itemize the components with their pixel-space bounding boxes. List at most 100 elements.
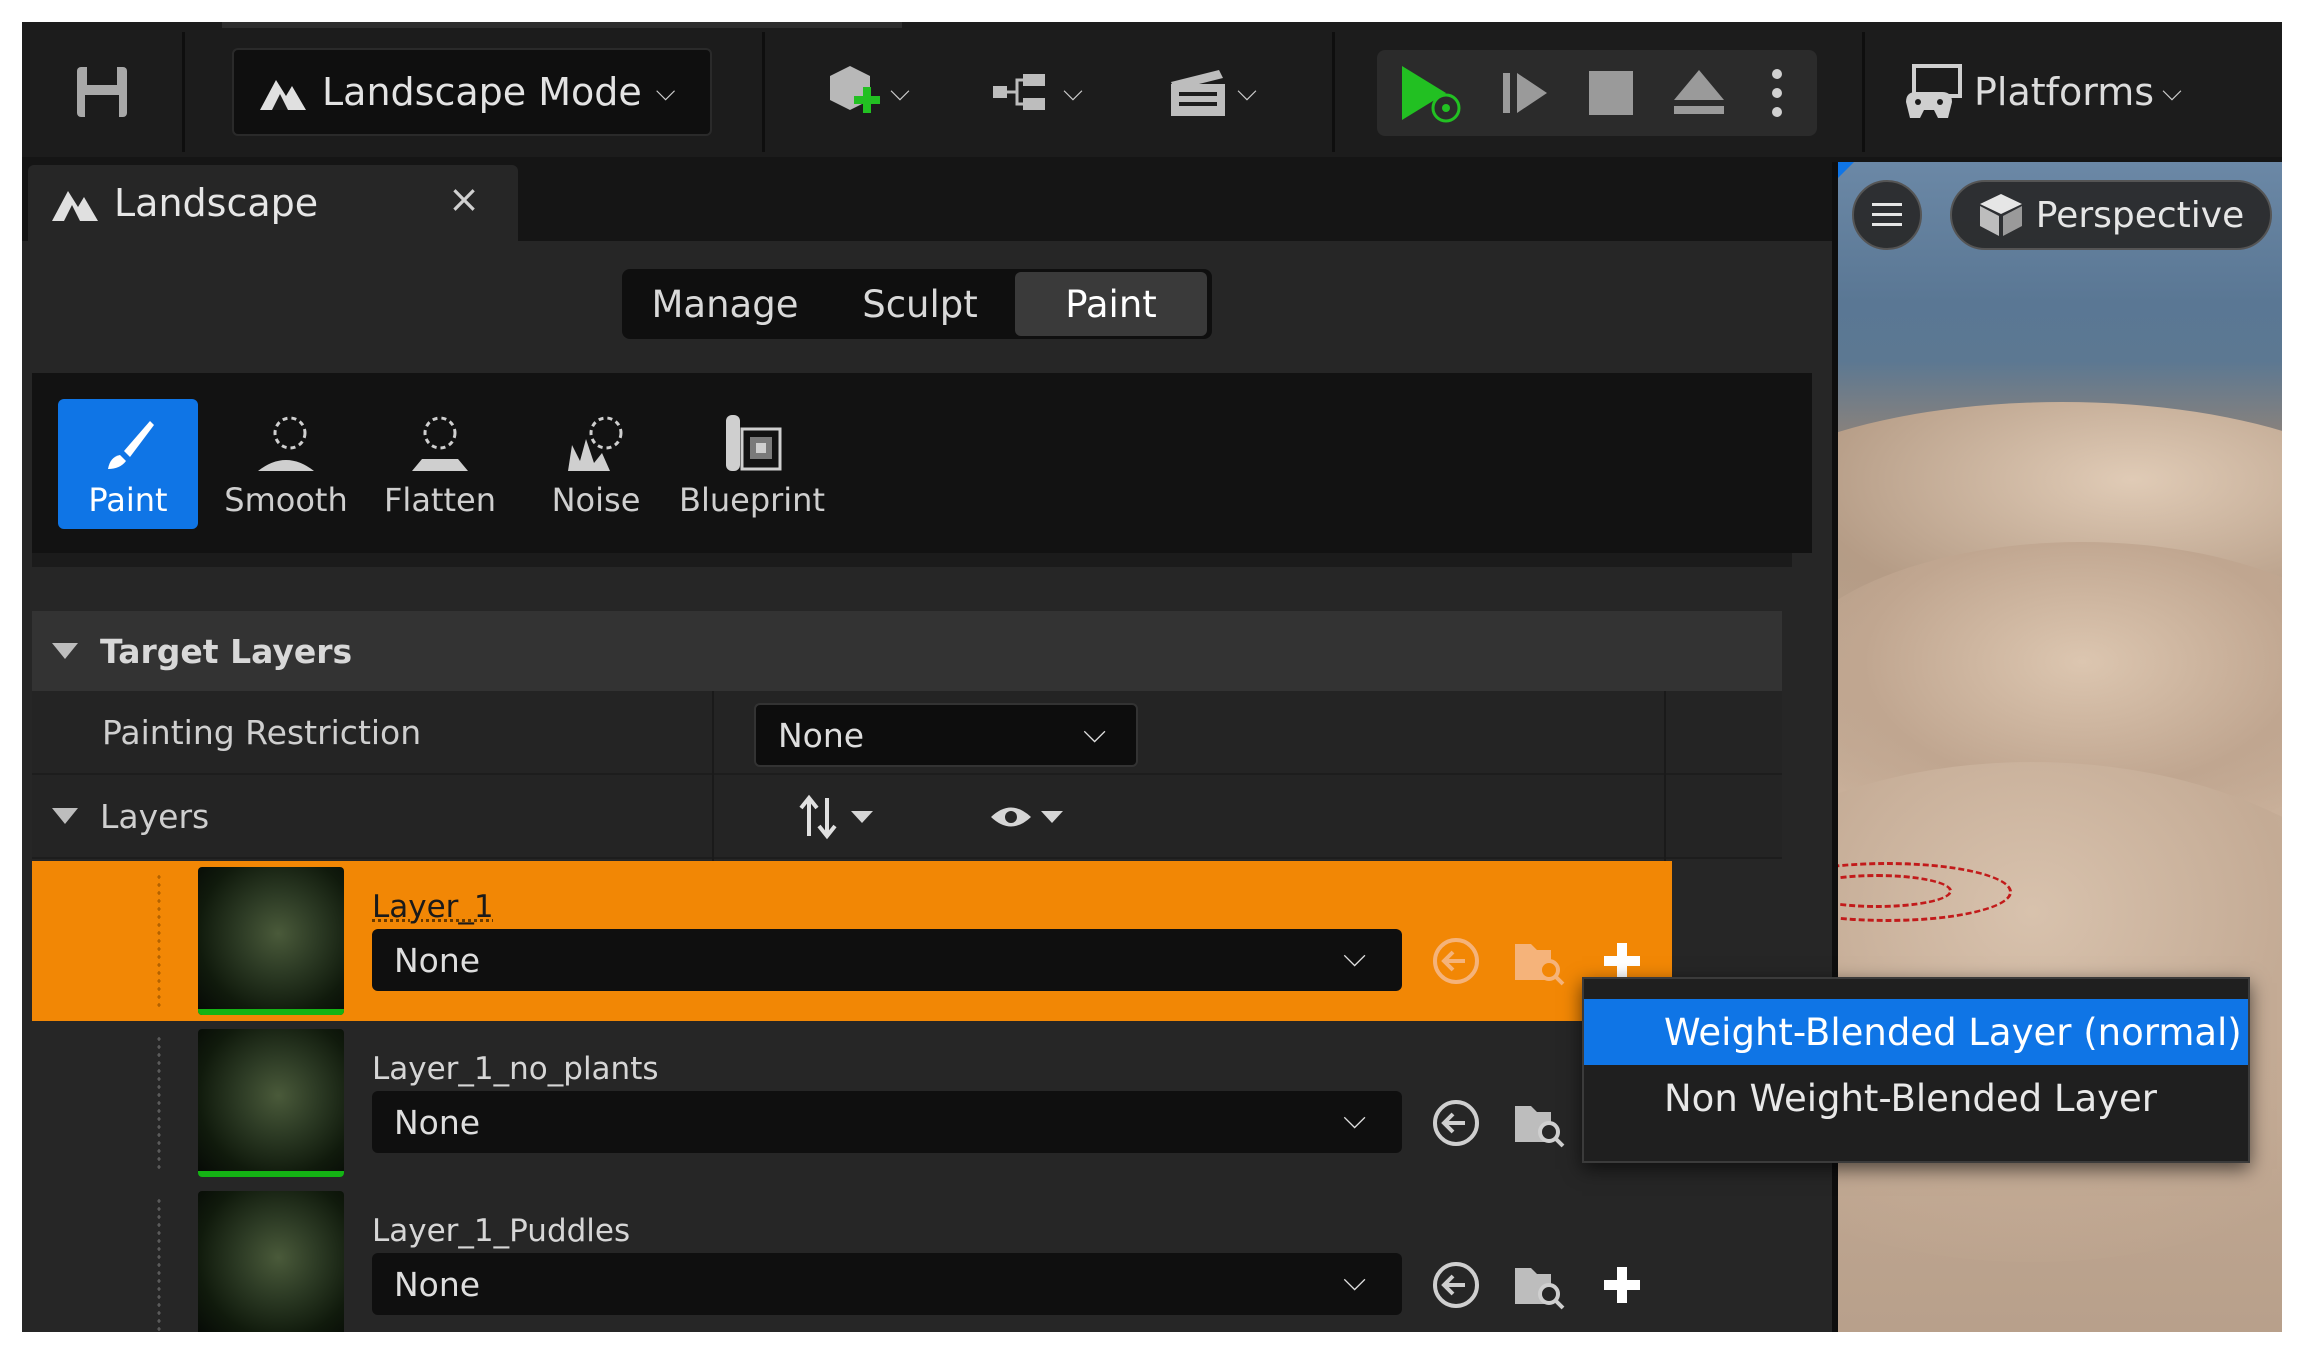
close-icon[interactable]: × bbox=[448, 177, 480, 221]
flatten-tool-button[interactable]: Flatten bbox=[370, 399, 510, 529]
toolbar-separator bbox=[182, 32, 185, 152]
editor-window: Landscape Mode ⌵ ⌵ ⌵ ⌵ Platforms ⌵ Lands… bbox=[22, 22, 2282, 1332]
drag-handle[interactable] bbox=[156, 1197, 162, 1332]
tool-label: Flatten bbox=[384, 481, 496, 519]
drag-handle[interactable] bbox=[156, 1035, 162, 1171]
collapse-triangle-icon[interactable] bbox=[52, 808, 78, 824]
chevron-down-icon: ⌵ bbox=[1237, 76, 1257, 107]
menu-item-weight-blended[interactable]: Weight-Blended Layer (normal) bbox=[1584, 999, 2248, 1065]
tab-landscape[interactable]: Landscape × bbox=[28, 165, 518, 241]
layer-row-layer-1-puddles[interactable]: Layer_1_Puddles None ⌵ bbox=[32, 1185, 1672, 1332]
viewport-options-button[interactable] bbox=[1852, 180, 1922, 250]
sort-icon bbox=[799, 794, 837, 840]
layer-row-layer-1-no-plants[interactable]: Layer_1_no_plants None ⌵ bbox=[32, 1023, 1672, 1183]
sort-button[interactable] bbox=[782, 787, 892, 847]
noise-icon bbox=[568, 416, 623, 471]
blueprint-button[interactable]: ⌵ bbox=[982, 50, 1092, 134]
caret-down-icon bbox=[851, 811, 873, 823]
tool-label: Blueprint bbox=[679, 481, 825, 519]
eye-icon bbox=[991, 807, 1031, 827]
cinematics-button[interactable]: ⌵ bbox=[1152, 50, 1272, 134]
step-button[interactable] bbox=[1487, 56, 1563, 130]
column-separator bbox=[712, 691, 714, 861]
tab-manage[interactable]: Manage bbox=[625, 272, 825, 336]
use-selected-asset-icon[interactable] bbox=[1428, 933, 1484, 989]
blueprint-brush-icon bbox=[726, 415, 782, 471]
layer-weight-bar bbox=[198, 1009, 344, 1015]
cinematics-icon bbox=[1171, 70, 1226, 116]
save-icon[interactable] bbox=[62, 52, 142, 132]
blueprint-tool-button[interactable]: Blueprint bbox=[679, 399, 825, 529]
add-content-icon bbox=[830, 66, 881, 113]
layer-info-dropdown[interactable]: None ⌵ bbox=[372, 929, 1402, 991]
landscape-icon bbox=[52, 191, 98, 221]
hamburger-menu-icon bbox=[1872, 203, 1902, 226]
platforms-icon bbox=[1906, 64, 1962, 118]
smooth-tool-button[interactable]: Smooth bbox=[216, 399, 356, 529]
column-separator bbox=[1664, 691, 1666, 861]
target-layers-section[interactable]: Target Layers bbox=[32, 611, 1782, 691]
stop-icon bbox=[1589, 71, 1633, 115]
browse-asset-icon[interactable] bbox=[1510, 1095, 1566, 1151]
tab-sculpt[interactable]: Sculpt bbox=[825, 272, 1015, 336]
collapse-triangle-icon[interactable] bbox=[52, 643, 78, 659]
main-toolbar: Landscape Mode ⌵ ⌵ ⌵ ⌵ Platforms ⌵ bbox=[22, 22, 2282, 157]
browse-asset-icon[interactable] bbox=[1510, 1257, 1566, 1313]
toolbar-separator bbox=[1862, 32, 1865, 152]
eject-button[interactable] bbox=[1659, 56, 1739, 130]
tab-title: Landscape bbox=[114, 181, 319, 225]
add-content-button[interactable]: ⌵ bbox=[812, 50, 922, 134]
more-options-icon[interactable] bbox=[1749, 56, 1805, 130]
platforms-button[interactable]: Platforms ⌵ bbox=[1902, 48, 2182, 136]
chevron-down-icon: ⌵ bbox=[2162, 76, 2182, 107]
layer-info-dropdown[interactable]: None ⌵ bbox=[372, 1091, 1402, 1153]
play-controls bbox=[1377, 50, 1817, 136]
step-icon bbox=[1503, 73, 1547, 113]
toolbar-separator bbox=[762, 32, 765, 152]
tab-paint[interactable]: Paint bbox=[1015, 272, 1207, 336]
chevron-down-icon: ⌵ bbox=[890, 76, 910, 107]
dropdown-value: None bbox=[394, 940, 481, 980]
mode-label: Landscape Mode bbox=[322, 70, 642, 114]
mode-tabs: Manage Sculpt Paint bbox=[622, 269, 1212, 339]
layers-label: Layers bbox=[100, 796, 210, 836]
blueprint-icon bbox=[993, 74, 1046, 110]
drag-handle[interactable] bbox=[156, 873, 162, 1009]
layer-name: Layer_1 bbox=[372, 889, 494, 925]
section-title: Target Layers bbox=[100, 631, 353, 671]
layer-thumbnail bbox=[198, 1029, 344, 1177]
layer-row-layer-1[interactable]: Layer_1 None ⌵ bbox=[32, 861, 1672, 1021]
visibility-button[interactable] bbox=[972, 787, 1082, 847]
layer-info-dropdown[interactable]: None ⌵ bbox=[372, 1253, 1402, 1315]
toolbar-separator bbox=[1332, 32, 1335, 152]
chevron-down-icon: ⌵ bbox=[1083, 715, 1106, 750]
add-layer-icon[interactable] bbox=[1594, 1257, 1650, 1313]
use-selected-asset-icon[interactable] bbox=[1428, 1095, 1484, 1151]
play-button[interactable] bbox=[1391, 56, 1471, 130]
paint-tool-button[interactable]: Paint bbox=[58, 399, 198, 529]
painting-restriction-label: Painting Restriction bbox=[102, 712, 422, 752]
tool-label: Smooth bbox=[224, 481, 348, 519]
mode-selector[interactable]: Landscape Mode ⌵ bbox=[232, 48, 712, 136]
caret-down-icon bbox=[1041, 811, 1063, 823]
layers-header-row: Layers bbox=[32, 775, 1782, 859]
layer-thumbnail bbox=[198, 1191, 344, 1332]
platforms-label: Platforms bbox=[1974, 70, 2155, 114]
landscape-mode-icon bbox=[260, 80, 306, 110]
use-selected-asset-icon[interactable] bbox=[1428, 1257, 1484, 1313]
perspective-button[interactable]: Perspective bbox=[1950, 180, 2272, 250]
menu-item-non-weight-blended[interactable]: Non Weight-Blended Layer bbox=[1584, 1065, 2248, 1131]
painting-restriction-dropdown[interactable]: None ⌵ bbox=[754, 703, 1138, 767]
flatten-icon bbox=[412, 416, 468, 471]
tool-palette: Paint Smooth Flatten Noise Blueprint bbox=[32, 373, 1812, 553]
palette-shadow bbox=[32, 553, 1792, 567]
noise-tool-button[interactable]: Noise bbox=[526, 399, 666, 529]
layer-name: Layer_1_Puddles bbox=[372, 1213, 631, 1249]
chevron-down-icon: ⌵ bbox=[655, 76, 676, 107]
tool-label: Paint bbox=[88, 481, 168, 519]
stop-button[interactable] bbox=[1573, 56, 1649, 130]
browse-asset-icon[interactable] bbox=[1510, 933, 1566, 989]
perspective-label: Perspective bbox=[2035, 194, 2245, 236]
panel-tab-bar: Landscape × bbox=[22, 157, 1832, 241]
cube-icon bbox=[1979, 194, 2022, 236]
